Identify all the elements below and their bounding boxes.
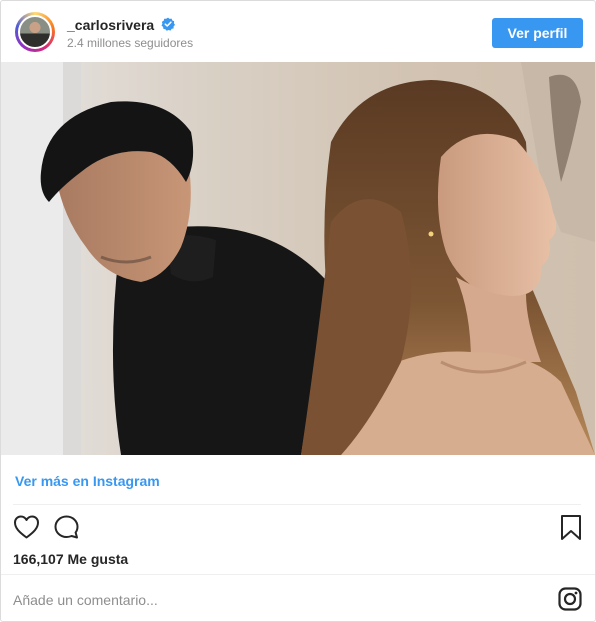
instagram-embed-card: _carlosrivera 2.4 millones seguidores Ve… [0,0,596,622]
post-image[interactable] [1,62,595,455]
bookmark-icon[interactable] [560,514,582,541]
divider [1,574,595,575]
comment-icon[interactable] [53,514,80,540]
post-photo-illustration [1,62,595,455]
avatar-photo [18,15,52,49]
avatar[interactable] [15,12,55,52]
verified-badge-icon [161,17,175,31]
post-header: _carlosrivera 2.4 millones seguidores Ve… [1,1,595,63]
comment-input[interactable]: Añade un comentario... [13,592,158,608]
followers-count: 2.4 millones seguidores [67,36,194,50]
heart-icon[interactable] [13,514,40,540]
view-more-link[interactable]: Ver más en Instagram [15,473,160,489]
instagram-logo-icon[interactable] [558,587,582,611]
divider [13,504,581,505]
view-profile-button[interactable]: Ver perfil [492,18,583,48]
username[interactable]: _carlosrivera [67,17,154,33]
likes-count: 166,107 Me gusta [13,551,129,567]
